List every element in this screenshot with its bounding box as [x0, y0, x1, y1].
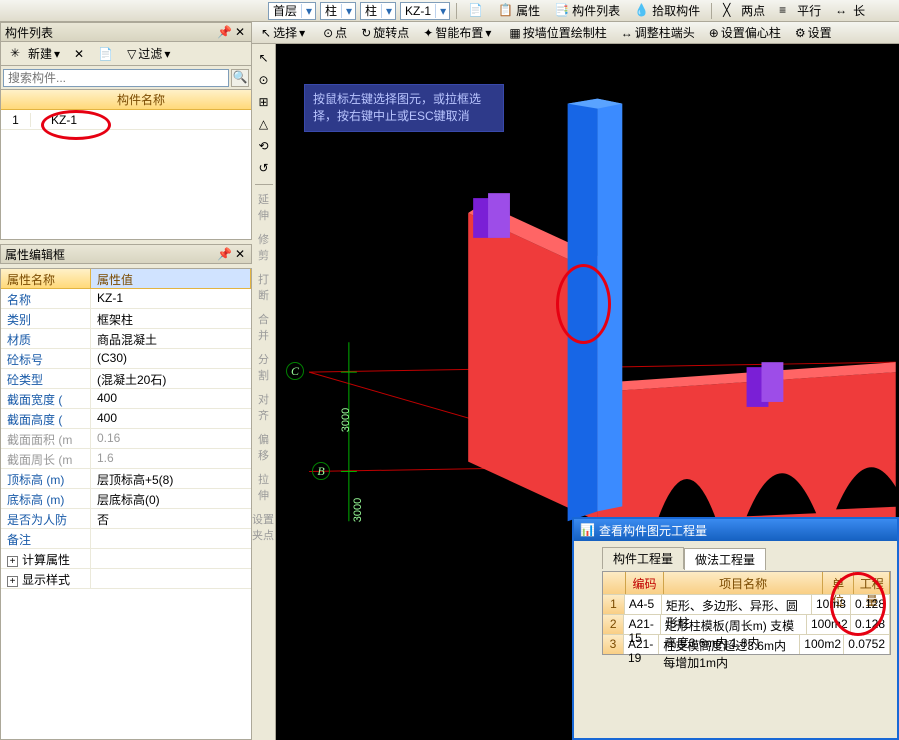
- side-label: 剪: [258, 247, 269, 261]
- grid-header-name: 构件名称: [31, 91, 251, 108]
- qty-row[interactable]: 1A4-5矩形、多边形、异形、圆形柱10m30.128: [603, 594, 890, 614]
- dim-3000-1: 3000: [340, 408, 352, 432]
- search-input[interactable]: [3, 69, 229, 87]
- property-row[interactable]: 是否为人防否: [1, 509, 251, 529]
- property-row[interactable]: 顶标高 (m)层顶标高+5(8): [1, 469, 251, 489]
- side-label: 移: [258, 447, 269, 461]
- delete-button[interactable]: ✕: [69, 45, 89, 63]
- side-label: 齐: [258, 407, 269, 421]
- close-icon[interactable]: ✕: [233, 247, 247, 261]
- component-grid[interactable]: 构件名称 1 KZ-1: [0, 90, 252, 240]
- properties-icon: 📋: [498, 3, 514, 19]
- property-row[interactable]: 类别框架柱: [1, 309, 251, 329]
- adjust-end-tool[interactable]: ↔ 调整柱端头: [616, 22, 700, 43]
- side-label: 断: [258, 287, 269, 301]
- side-tool-2[interactable]: ⊞: [254, 92, 274, 112]
- axis-b-tag: B: [312, 462, 330, 480]
- side-label: 设置夹点: [252, 511, 275, 525]
- app-icon: 📊: [580, 523, 595, 537]
- side-label: 对: [258, 391, 269, 405]
- quantity-window[interactable]: 📊 查看构件图元工程量 构件工程量 做法工程量 编码 项目名称 单位 工程量 1…: [572, 517, 899, 740]
- nav-button[interactable]: 📄: [463, 1, 489, 21]
- list-icon: 📑: [554, 3, 570, 19]
- side-label: 偏: [258, 431, 269, 445]
- funnel-icon: ▽: [127, 47, 136, 61]
- length-button[interactable]: ↔长: [830, 0, 870, 21]
- side-label: 分: [258, 351, 269, 365]
- select-tool[interactable]: ↖ 选择 ▾: [256, 22, 310, 43]
- side-tool-0[interactable]: ↖: [254, 48, 274, 68]
- tab-component-qty[interactable]: 构件工程量: [602, 547, 684, 569]
- point-tool[interactable]: ⊙ 点: [318, 22, 352, 43]
- grid-row[interactable]: 1 KZ-1: [1, 110, 251, 130]
- parallel-icon: ≡: [779, 3, 795, 19]
- subcategory-combo[interactable]: 柱▾: [360, 2, 396, 20]
- properties-button[interactable]: 📋属性: [493, 0, 545, 21]
- new-button[interactable]: ✳新建 ▾: [5, 43, 65, 64]
- smart-layout-tool[interactable]: ✦ 智能布置 ▾: [418, 22, 496, 43]
- property-row[interactable]: 截面宽度 (400: [1, 389, 251, 409]
- filter-button[interactable]: ▽过滤 ▾: [122, 43, 175, 64]
- property-row[interactable]: 截面周长 (m1.6: [1, 449, 251, 469]
- property-row[interactable]: 截面高度 (400: [1, 409, 251, 429]
- search-go-button[interactable]: 🔍: [231, 69, 249, 87]
- tab-method-qty[interactable]: 做法工程量: [684, 548, 766, 570]
- side-tool-5[interactable]: ↺: [254, 158, 274, 178]
- eyedropper-icon: 💧: [634, 3, 650, 19]
- by-wall-tool[interactable]: ▦ 按墙位置绘制柱: [504, 22, 611, 43]
- property-row[interactable]: 名称KZ-1: [1, 289, 251, 309]
- rotate-point-tool[interactable]: ↻ 旋转点: [356, 22, 414, 43]
- property-grid[interactable]: 属性名称属性值 名称KZ-1类别框架柱材质商品混凝土砼标号(C30)砼类型(混凝…: [0, 268, 252, 740]
- quantity-grid[interactable]: 编码 项目名称 单位 工程量 1A4-5矩形、多边形、异形、圆形柱10m30.1…: [602, 571, 891, 655]
- dim-3000-2: 3000: [352, 498, 364, 522]
- side-label: 割: [258, 367, 269, 381]
- new-icon: ✳: [10, 46, 26, 62]
- pick-component-button[interactable]: 💧拾取构件: [629, 0, 705, 21]
- length-icon: ↔: [835, 3, 851, 19]
- property-row[interactable]: 底标高 (m)层底标高(0): [1, 489, 251, 509]
- side-tool-3[interactable]: △: [254, 114, 274, 134]
- delete-icon: ✕: [74, 47, 84, 61]
- copy-button[interactable]: 📄: [93, 45, 118, 63]
- side-label: 延: [258, 191, 269, 205]
- property-row[interactable]: 截面面积 (m0.16: [1, 429, 251, 449]
- axis-c-tag: C: [286, 362, 304, 380]
- pin-icon[interactable]: 📌: [217, 25, 231, 39]
- side-label: 并: [258, 327, 269, 341]
- category-combo[interactable]: 柱▾: [320, 2, 356, 20]
- parallel-button[interactable]: ≡平行: [774, 0, 826, 21]
- component-list-button[interactable]: 📑构件列表: [549, 0, 625, 21]
- two-point-button[interactable]: ╳两点: [718, 0, 770, 21]
- offset-column-tool[interactable]: ⊕ 设置偏心柱: [704, 22, 786, 43]
- hint-tooltip: 按鼠标左键选择图元，或拉框选择，按右键中止或ESC键取消: [304, 84, 504, 132]
- close-icon[interactable]: ✕: [233, 25, 247, 39]
- property-panel-header: 属性编辑框 📌✕: [0, 244, 252, 264]
- property-row[interactable]: 材质商品混凝土: [1, 329, 251, 349]
- two-point-icon: ╳: [723, 3, 739, 19]
- side-label: 伸: [258, 207, 269, 221]
- display-style-row[interactable]: +显示样式: [1, 569, 251, 589]
- pin-icon[interactable]: 📌: [217, 247, 231, 261]
- calc-attr-row[interactable]: +计算属性: [1, 549, 251, 569]
- side-tool-4[interactable]: ⟲: [254, 136, 274, 156]
- quantity-window-title: 📊 查看构件图元工程量: [574, 519, 897, 541]
- side-label: 拉: [258, 471, 269, 485]
- property-row[interactable]: 砼类型(混凝土20石): [1, 369, 251, 389]
- settings-tool[interactable]: ⚙ 设置: [790, 22, 837, 43]
- expand-icon[interactable]: +: [7, 576, 18, 587]
- qty-row[interactable]: 3A21-19柱支模高度超过3.6m内每增加1m内100m20.0752: [603, 634, 890, 654]
- nav-icon: 📄: [468, 3, 484, 19]
- side-tool-1[interactable]: ⊙: [254, 70, 274, 90]
- side-label: 打: [258, 271, 269, 285]
- side-label: 修: [258, 231, 269, 245]
- qty-row[interactable]: 2A21-15矩形柱模板(周长m) 支模高度3.6m内 1.8内100m20.1…: [603, 614, 890, 634]
- expand-icon[interactable]: +: [7, 556, 18, 567]
- item-combo[interactable]: KZ-1▾: [400, 2, 450, 20]
- copy-icon: 📄: [98, 47, 113, 61]
- property-row[interactable]: 砼标号(C30): [1, 349, 251, 369]
- side-label: 伸: [258, 487, 269, 501]
- side-label: 合: [258, 311, 269, 325]
- component-list-header: 构件列表 📌✕: [0, 22, 252, 42]
- floor-combo[interactable]: 首层▾: [268, 2, 316, 20]
